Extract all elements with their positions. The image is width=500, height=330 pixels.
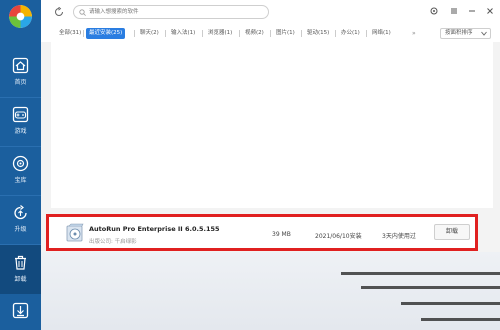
tab-image[interactable]: 图片(1): [273, 28, 298, 39]
sidebar-item-uninstall[interactable]: 卸载: [0, 245, 41, 294]
blurred-region: [41, 252, 500, 330]
divider: [366, 30, 367, 37]
divider: [361, 286, 500, 289]
store-icon: [12, 155, 29, 172]
sidebar-item-label: 首页: [14, 79, 27, 86]
divider: [270, 30, 271, 37]
divider: [335, 30, 336, 37]
tab-browser[interactable]: 浏览器(1): [205, 28, 235, 39]
gamepad-icon: [12, 106, 29, 123]
app-name: AutoRun Pro Enterprise II 6.0.5.155: [89, 225, 220, 233]
tab-chat[interactable]: 聊天(2): [137, 28, 162, 39]
list-item[interactable]: AutoRun Pro Enterprise II 6.0.5.155 出版公司…: [46, 214, 478, 251]
tab-input-method[interactable]: 输入法(1): [168, 28, 198, 39]
tab-network[interactable]: 网络(1): [369, 28, 394, 39]
divider: [202, 30, 203, 37]
settings-icon[interactable]: [429, 6, 439, 16]
more-tabs-button[interactable]: »: [412, 28, 416, 39]
app-publisher: 出版公司: 千启绿影: [89, 239, 137, 245]
download-icon: [12, 302, 29, 319]
top-bar: [41, 0, 500, 25]
sidebar-item-label: 卸载: [14, 276, 27, 283]
chevron-down-icon: [481, 31, 487, 36]
sidebar-item-store[interactable]: 宝库: [0, 146, 41, 195]
sidebar-item-download[interactable]: [0, 294, 41, 330]
divider: [341, 272, 500, 275]
tab-recent[interactable]: 最近安装(25): [86, 28, 126, 39]
search-input[interactable]: [89, 7, 264, 17]
sidebar-item-home[interactable]: 首页: [0, 48, 41, 97]
divider: [134, 30, 135, 37]
app-icon: [66, 223, 84, 242]
divider: [239, 30, 240, 37]
tab-office[interactable]: 办公(1): [338, 28, 363, 39]
install-date: 2021/06/10安装: [315, 233, 362, 240]
divider: [301, 30, 302, 37]
divider: [165, 30, 166, 37]
tab-all[interactable]: 全部(31): [56, 28, 84, 39]
sidebar: 首页 游戏 宝库 升级 卸载: [0, 0, 41, 330]
list-panel: [51, 42, 493, 208]
upgrade-icon: [14, 205, 27, 220]
app-size: 39 MB: [272, 231, 291, 238]
tab-driver[interactable]: 驱动(15): [304, 28, 332, 39]
category-tabs: 全部(31) 最近安装(25) 聊天(2) 输入法(1) 浏览器(1) 视频(2…: [41, 25, 500, 42]
sort-label: 按面积排序: [445, 30, 473, 36]
sort-dropdown[interactable]: 按面积排序: [440, 28, 491, 39]
uninstall-icon: [15, 255, 26, 270]
divider: [401, 302, 500, 305]
usage-status: 3天内使用过: [382, 233, 416, 240]
divider: [421, 318, 500, 321]
refresh-icon[interactable]: [54, 7, 64, 17]
sidebar-item-upgrade[interactable]: 升级: [0, 195, 41, 244]
sidebar-item-games[interactable]: 游戏: [0, 97, 41, 146]
search-icon: [79, 9, 86, 16]
app-logo-icon: [9, 5, 32, 28]
minimize-icon[interactable]: [467, 6, 477, 16]
divider: [83, 30, 84, 37]
tab-video[interactable]: 视频(2): [242, 28, 267, 39]
sidebar-item-label: 升级: [14, 226, 27, 233]
uninstall-button[interactable]: 卸载: [434, 224, 470, 240]
sidebar-item-label: 宝库: [14, 177, 27, 184]
search-box[interactable]: [73, 5, 269, 19]
menu-icon[interactable]: [449, 6, 459, 16]
home-icon: [12, 57, 29, 74]
close-icon[interactable]: [485, 6, 495, 16]
sidebar-item-label: 游戏: [14, 128, 27, 135]
